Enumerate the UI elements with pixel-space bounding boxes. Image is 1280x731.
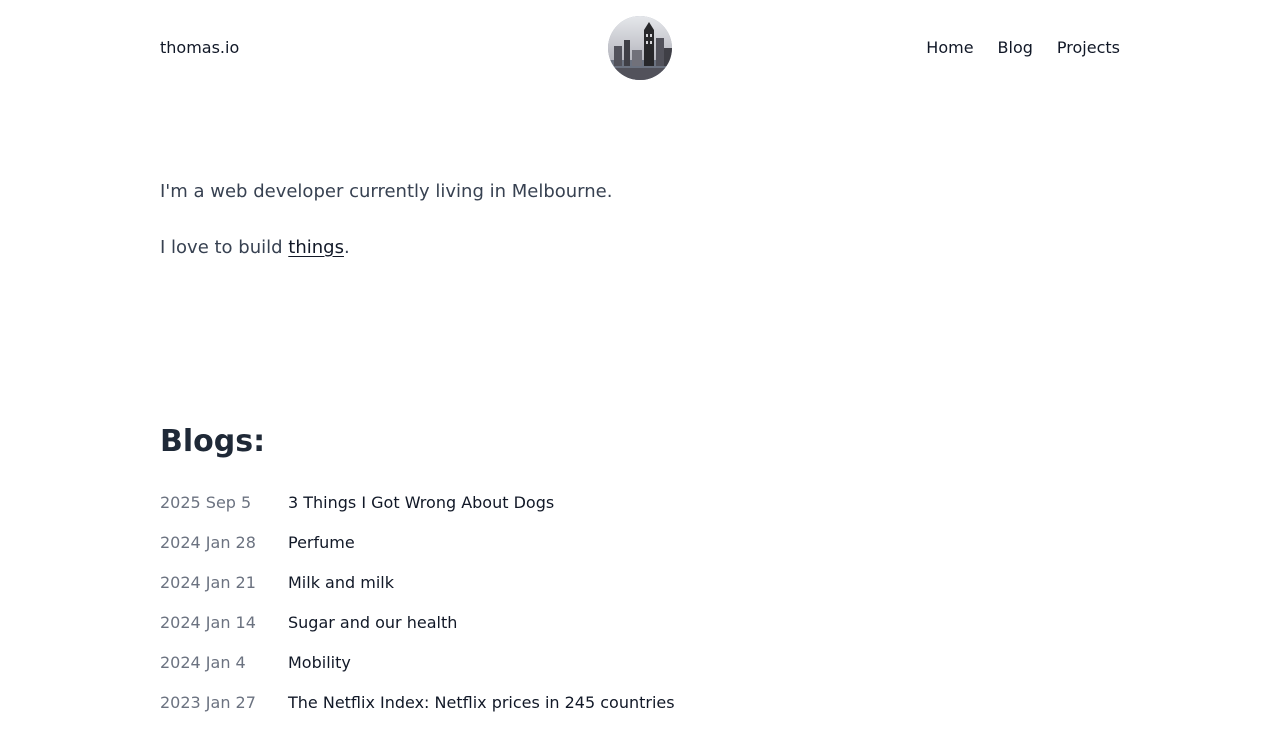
things-link[interactable]: things [288,237,344,258]
intro-line-2: I love to build things. [160,234,1120,262]
blog-list-item: 2024 Jan 14 Sugar and our health [160,611,1120,651]
blog-title-link[interactable]: Milk and milk [288,571,394,595]
blog-list-item: 2024 Jan 4 Mobility [160,651,1120,691]
blog-title-link[interactable]: Perfume [288,531,355,555]
site-name-link[interactable]: thomas.io [160,38,239,58]
blog-list-item: 2023 Jan 27 The Netflix Index: Netflix p… [160,691,1120,731]
blog-date: 2024 Jan 28 [160,533,256,552]
blog-date: 2025 Sep 5 [160,493,252,512]
blog-list-item: 2025 Sep 5 3 Things I Got Wrong About Do… [160,491,1120,531]
intro-line-2-suffix: . [343,237,350,258]
blog-date: 2024 Jan 21 [160,573,256,592]
intro-line-1: I'm a web developer currently living in … [160,181,613,202]
nav-home-link[interactable]: Home [926,38,973,58]
blogs-heading: Blogs: [160,424,266,459]
blog-list-item: 2024 Jan 21 Milk and milk [160,571,1120,611]
blog-list-item: 2024 Jan 28 Perfume [160,531,1120,571]
main-nav: Home Blog Projects [926,38,1120,58]
blog-title-link[interactable]: Sugar and our health [288,611,457,635]
blog-title-link[interactable]: 3 Things I Got Wrong About Dogs [288,491,554,515]
site-header: thomas.io Home Blog Projects [160,0,1120,96]
blog-date: 2023 Jan 27 [160,693,256,712]
avatar-photo [608,16,672,80]
nav-blog-link[interactable]: Blog [998,38,1033,58]
avatar[interactable] [608,16,672,80]
blog-date: 2024 Jan 14 [160,613,256,632]
blog-title-link[interactable]: The Netflix Index: Netflix prices in 245… [288,691,675,715]
intro-line-2-prefix: I love to build [160,237,289,258]
nav-projects-link[interactable]: Projects [1057,38,1120,58]
blog-date: 2024 Jan 4 [160,653,246,672]
blog-title-link[interactable]: Mobility [288,651,351,675]
blog-list: 2025 Sep 5 3 Things I Got Wrong About Do… [160,491,1120,731]
intro-section: I'm a web developer currently living in … [160,178,1120,262]
